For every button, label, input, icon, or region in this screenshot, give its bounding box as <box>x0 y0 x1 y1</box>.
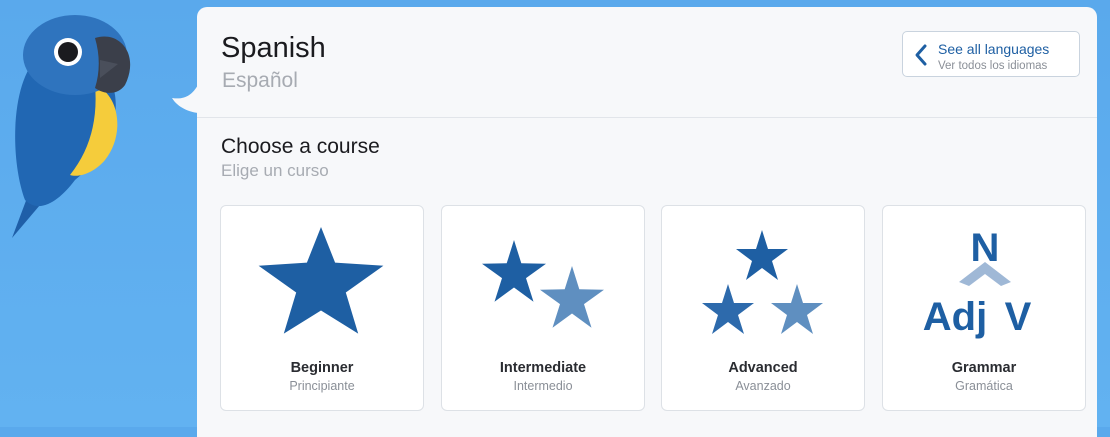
choose-course-subheading: Elige un curso <box>221 161 329 180</box>
single-star-icon <box>258 227 384 334</box>
panel-header: Spanish Español See all languages Ver to… <box>197 7 1097 118</box>
course-card-intermediate[interactable]: Intermediate Intermedio <box>441 205 645 411</box>
see-all-languages-button[interactable]: See all languages Ver todos los idiomas <box>902 31 1080 77</box>
chevron-left-icon <box>915 44 927 66</box>
course-subname: Avanzado <box>735 379 791 393</box>
see-all-languages-sublabel: Ver todos los idiomas <box>938 60 1048 72</box>
grammar-tree-icon: N Adj V <box>923 226 1032 339</box>
language-native-name: Español <box>222 69 298 92</box>
course-name: Grammar <box>951 360 1017 376</box>
grammar-noun-glyph: N <box>971 226 1000 270</box>
see-all-languages-label: See all languages <box>938 41 1050 57</box>
parrot-mascot-icon <box>12 15 198 238</box>
grammar-verb-glyph: V <box>1005 295 1032 339</box>
language-panel: Spanish Español See all languages Ver to… <box>197 7 1097 437</box>
course-subname: Gramática <box>955 379 1013 393</box>
three-stars-icon <box>702 230 823 334</box>
course-name: Advanced <box>728 360 798 376</box>
course-name: Intermediate <box>499 360 587 376</box>
course-card-advanced[interactable]: Advanced Avanzado <box>661 205 865 411</box>
course-subname: Principiante <box>289 379 355 393</box>
two-stars-icon <box>482 240 604 328</box>
choose-course-heading: Choose a course <box>221 135 380 158</box>
course-subname: Intermedio <box>513 379 573 393</box>
course-name: Beginner <box>290 360 354 376</box>
course-card-beginner[interactable]: Beginner Principiante <box>220 205 424 411</box>
language-title: Spanish <box>221 32 326 64</box>
grammar-adj-glyph: Adj <box>923 295 987 339</box>
course-card-grammar[interactable]: N Adj V Grammar Gramática <box>882 205 1086 411</box>
